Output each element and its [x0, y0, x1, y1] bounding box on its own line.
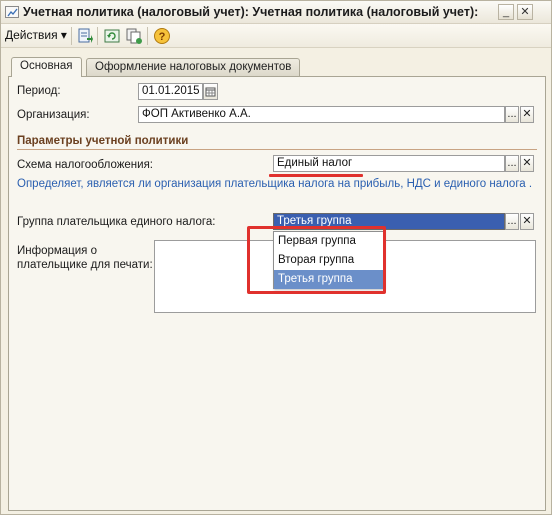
help-icon[interactable]: ? [153, 27, 171, 45]
copy-document-icon[interactable] [125, 27, 143, 45]
payer-group-field[interactable]: Третья группа [273, 213, 505, 230]
tax-scheme-field[interactable]: Единый налог [273, 155, 505, 172]
organization-choose-button[interactable]: ... [505, 106, 519, 123]
post-icon[interactable] [76, 27, 94, 45]
highlight-underline [269, 174, 363, 177]
tax-scheme-hint: Определяет, является ли организация плат… [17, 178, 533, 190]
organization-label: Организация: [17, 109, 90, 121]
minimize-button[interactable]: _ [498, 4, 514, 20]
print-info-label-line2: плательщике для печати: [17, 259, 153, 271]
tax-scheme-label: Схема налогообложения: [17, 159, 153, 171]
window: Учетная политика (налоговый учет): Учетн… [0, 0, 552, 515]
title-bar: Учетная политика (налоговый учет): Учетн… [1, 1, 551, 24]
payer-group-dropdown: Первая группа Вторая группа Третья групп… [273, 231, 384, 289]
period-label: Период: [17, 85, 61, 97]
actions-menu-button[interactable]: Действия ▾ [5, 28, 67, 44]
svg-text:?: ? [159, 31, 166, 43]
tab-tax-documents[interactable]: Оформление налоговых документов [86, 58, 301, 76]
section-title: Параметры учетной политики [17, 135, 189, 147]
dropdown-option-third-group[interactable]: Третья группа [274, 270, 383, 289]
tax-scheme-choose-button[interactable]: ... [505, 155, 519, 172]
toolbar-separator [97, 27, 98, 45]
toolbar-separator [147, 27, 148, 45]
calendar-icon[interactable] [203, 83, 218, 100]
window-icon [5, 6, 19, 18]
close-button[interactable]: ✕ [517, 4, 533, 20]
dropdown-option-first-group[interactable]: Первая группа [274, 232, 383, 251]
toolbar: Действия ▾ ? [1, 24, 551, 48]
print-info-label-line1: Информация о [17, 245, 98, 257]
payer-group-label: Группа плательщика единого налога: [17, 216, 216, 228]
period-field[interactable]: 01.01.2015 [138, 83, 203, 100]
section-divider [17, 149, 537, 150]
organization-clear-button[interactable]: ✕ [520, 106, 534, 123]
toolbar-separator [71, 27, 72, 45]
organization-field[interactable]: ФОП Активенко А.А. [138, 106, 505, 123]
dropdown-option-second-group[interactable]: Вторая группа [274, 251, 383, 270]
tax-scheme-clear-button[interactable]: ✕ [520, 155, 534, 172]
window-title: Учетная политика (налоговый учет): Учетн… [23, 5, 479, 19]
refresh-icon[interactable] [103, 27, 121, 45]
payer-group-clear-button[interactable]: ✕ [520, 213, 534, 230]
tab-main[interactable]: Основная [11, 57, 82, 77]
payer-group-choose-button[interactable]: ... [505, 213, 519, 230]
